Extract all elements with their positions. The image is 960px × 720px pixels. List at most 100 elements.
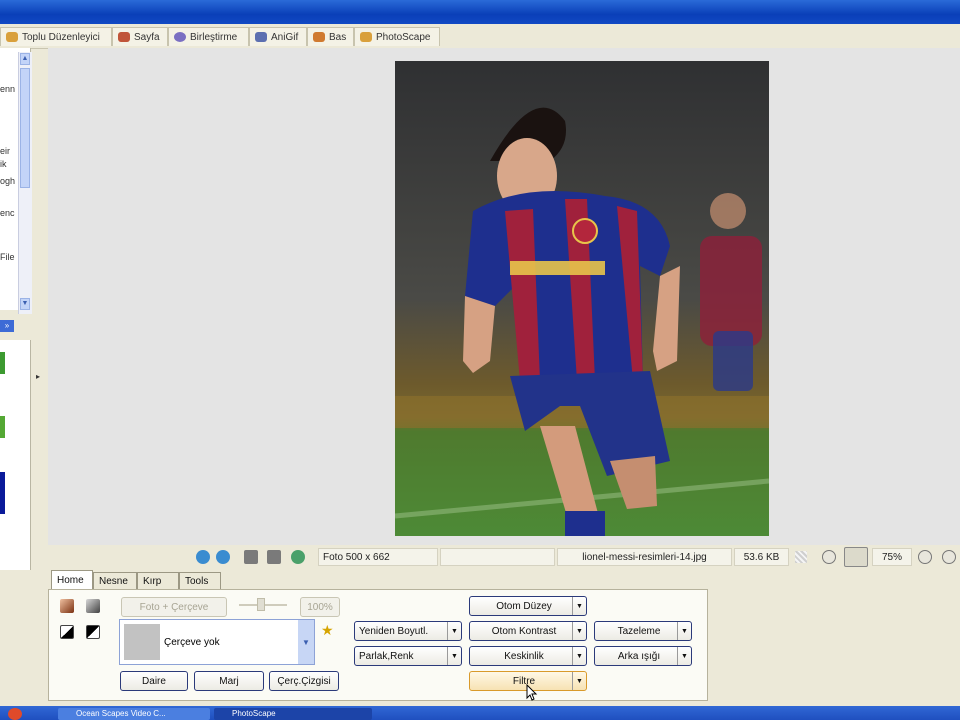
file-label[interactable]: eir	[0, 146, 10, 156]
dropdown-arrow-icon[interactable]: ▼	[677, 622, 691, 640]
file-label[interactable]: ogh	[0, 176, 15, 186]
file-size-label: 53.6 KB	[734, 548, 789, 566]
taskbar-item[interactable]: PhotoScape	[214, 708, 372, 720]
thumbnail-list	[0, 340, 31, 570]
zoom-fit-icon[interactable]	[844, 547, 868, 567]
tab-label: Sayfa	[134, 31, 160, 43]
dropdown-arrow-icon[interactable]: ▼	[572, 672, 586, 690]
file-browser-scrollbar[interactable]: ▲ ▼	[18, 52, 32, 314]
dropdown-arrow-icon[interactable]: ▼	[572, 597, 586, 615]
chevron-down-icon[interactable]: ▼	[298, 620, 314, 664]
circle-button[interactable]: Daire	[120, 671, 188, 691]
tab-batch-editor[interactable]: Toplu Düzenleyici	[0, 27, 112, 46]
dropdown-arrow-icon[interactable]: ▼	[677, 647, 691, 665]
auto-level-preset-icon[interactable]	[60, 599, 74, 613]
resize-button[interactable]: Yeniden Boyutl. ▼	[354, 621, 462, 641]
dropdown-arrow-icon[interactable]: ▼	[447, 622, 461, 640]
file-label[interactable]: ik	[0, 159, 7, 169]
main-tab-strip: Toplu Düzenleyici Sayfa Birleştirme AniG…	[0, 24, 960, 49]
rotate-left-icon[interactable]	[196, 550, 210, 564]
tab-anigif[interactable]: AniGif	[249, 27, 307, 46]
dropdown-arrow-icon[interactable]: ▼	[447, 647, 461, 665]
tab-combine[interactable]: Birleştirme	[168, 27, 249, 46]
margin-button[interactable]: Marj	[194, 671, 264, 691]
invert-preset-icon[interactable]	[86, 625, 100, 639]
file-label[interactable]: File	[0, 252, 15, 262]
anigif-icon	[255, 32, 267, 42]
photo-image	[395, 61, 769, 536]
bright-color-label: Parlak,Renk	[359, 650, 414, 662]
tab-label: Tools	[185, 576, 209, 587]
tab-label: Nesne	[99, 576, 128, 587]
mouse-cursor-icon	[526, 684, 538, 701]
sharpen-button[interactable]: Keskinlik ▼	[469, 646, 587, 666]
frame-selector[interactable]: Çerçeve yok ▼	[119, 619, 315, 665]
expand-arrow-icon[interactable]: ▸	[36, 372, 40, 381]
frame-select-label: Çerçeve yok	[164, 637, 220, 648]
favorite-star-icon[interactable]: ★	[321, 622, 334, 639]
scrollbar-thumb[interactable]	[20, 68, 30, 188]
tab-tools[interactable]: Tools	[179, 572, 221, 590]
zoom-in-icon[interactable]	[918, 550, 932, 564]
undo-history-icon[interactable]	[291, 550, 305, 564]
auto-level-button[interactable]: Otom Düzey ▼	[469, 596, 587, 616]
tab-page[interactable]: Sayfa	[112, 27, 168, 46]
tab-label: Toplu Düzenleyici	[22, 31, 100, 43]
edited-photo[interactable]	[395, 61, 769, 536]
tab-label: Birleştirme	[190, 31, 238, 43]
tab-home[interactable]: Home	[51, 570, 93, 590]
home-tab-content: Foto + Çerçeve 100% Çerçeve yok ▼ ★ Dair…	[48, 589, 708, 701]
auto-contrast-label: Otom Kontrast	[491, 625, 557, 637]
page-icon	[118, 32, 130, 42]
tab-object[interactable]: Nesne	[93, 572, 137, 590]
zoom-out-icon[interactable]	[822, 550, 836, 564]
thumbnail[interactable]	[0, 352, 5, 374]
grayscale-preset-icon[interactable]	[86, 599, 100, 613]
combine-icon	[174, 32, 186, 42]
tab-label: AniGif	[271, 31, 299, 43]
resize-label: Yeniden Boyutl.	[359, 625, 429, 637]
photo-frame-button[interactable]: Foto + Çerçeve	[121, 597, 227, 617]
thumbnail[interactable]	[0, 472, 5, 514]
status-bar: Foto 500 x 662 lionel-messi-resimleri-14…	[48, 545, 960, 570]
window-title-bar	[0, 0, 960, 24]
photo-size-label: Foto 500 x 662	[318, 548, 438, 566]
flip-vertical-icon[interactable]	[267, 550, 281, 564]
scroll-down-icon[interactable]: ▼	[20, 298, 30, 310]
zoom-level[interactable]: 75%	[872, 548, 912, 566]
backlight-button[interactable]: Arka ışığı ▼	[594, 646, 692, 666]
file-label[interactable]: enn	[0, 84, 15, 94]
frame-slider-handle[interactable]	[257, 598, 265, 611]
tab-print[interactable]: Bas	[307, 27, 354, 46]
filter-label: Filtre	[512, 675, 536, 687]
tab-photoscape[interactable]: PhotoScape	[354, 27, 440, 46]
collapse-arrow-icon[interactable]: »	[0, 320, 14, 332]
photoscape-icon	[360, 32, 372, 42]
scroll-up-icon[interactable]: ▲	[20, 53, 30, 65]
dropdown-arrow-icon[interactable]: ▼	[572, 622, 586, 640]
os-taskbar: Ocean Scapes Video C... PhotoScape	[0, 706, 960, 720]
frame-line-button[interactable]: Çerç.Çizgisi	[269, 671, 339, 691]
sharpen-label: Keskinlik	[504, 650, 544, 662]
tab-label: PhotoScape	[376, 31, 431, 43]
file-name-label: lionel-messi-resimleri-14.jpg	[557, 548, 732, 566]
thumbnail[interactable]	[0, 416, 5, 438]
fit-grid-icon[interactable]	[795, 551, 807, 563]
file-label[interactable]: enc	[0, 208, 15, 218]
backlight-label: Arka ışığı	[617, 650, 661, 662]
start-icon[interactable]	[8, 708, 22, 720]
tab-label: Kırp	[143, 576, 162, 587]
rotate-right-icon[interactable]	[216, 550, 230, 564]
taskbar-item[interactable]: Ocean Scapes Video C...	[58, 708, 210, 720]
refresh-label: Tazeleme	[617, 625, 661, 637]
dropdown-arrow-icon[interactable]: ▼	[572, 647, 586, 665]
tab-crop[interactable]: Kırp	[137, 572, 179, 590]
print-icon	[313, 32, 325, 42]
auto-contrast-button[interactable]: Otom Kontrast ▼	[469, 621, 587, 641]
flip-horizontal-icon[interactable]	[244, 550, 258, 564]
refresh-button[interactable]: Tazeleme ▼	[594, 621, 692, 641]
frame-percent-field[interactable]: 100%	[300, 597, 340, 617]
bright-color-button[interactable]: Parlak,Renk ▼	[354, 646, 462, 666]
contrast-preset-icon[interactable]	[60, 625, 74, 639]
zoom-out-small-icon[interactable]	[942, 550, 956, 564]
